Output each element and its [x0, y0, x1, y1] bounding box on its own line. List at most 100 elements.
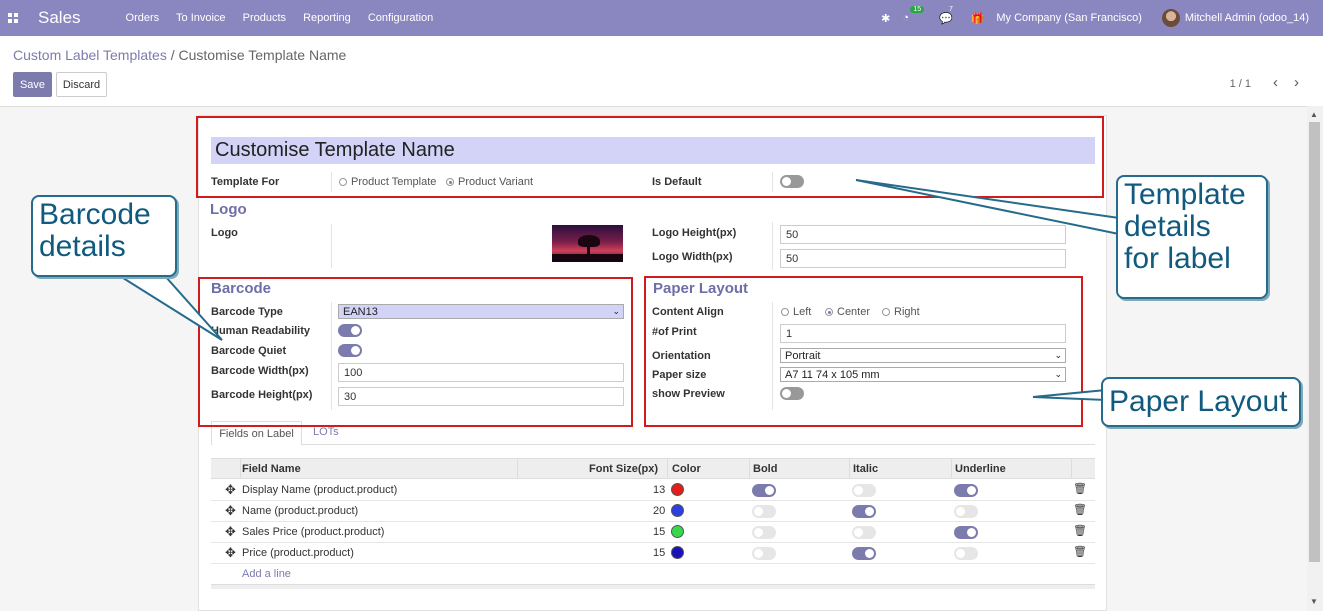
logo-height-input[interactable]: 50 [780, 225, 1066, 244]
underline-toggle[interactable] [954, 505, 978, 518]
app-name[interactable]: Sales [38, 8, 81, 28]
callout-line: details [1124, 210, 1211, 243]
chat-icon[interactable]: 💬 7 [939, 6, 953, 25]
drag-handle-icon[interactable]: ✥ [225, 482, 236, 498]
drag-handle-icon[interactable]: ✥ [225, 545, 236, 561]
color-swatch[interactable] [671, 546, 684, 559]
table-footer [211, 584, 1095, 589]
gift-icon[interactable]: 🎁 [971, 12, 985, 25]
divider [772, 222, 773, 270]
color-swatch[interactable] [671, 504, 684, 517]
scroll-down-icon[interactable]: ▼ [1310, 597, 1318, 606]
breadcrumb-separator: / [166, 47, 179, 63]
message-count: 7 [948, 5, 953, 13]
drag-handle-icon[interactable]: ✥ [225, 524, 236, 540]
bug-icon[interactable]: ✱ [881, 12, 890, 25]
scrollbar-thumb[interactable] [1309, 122, 1320, 562]
menu-reporting[interactable]: Reporting [303, 12, 351, 24]
col-bold[interactable]: Bold [753, 463, 777, 475]
callout-line: for label [1124, 242, 1231, 275]
drag-handle-icon[interactable]: ✥ [225, 503, 236, 519]
breadcrumb: Custom Label Templates / Customise Templ… [13, 47, 346, 63]
trash-icon[interactable]: 🗑 [1073, 524, 1087, 537]
field-name-cell: Name (product.product) [242, 505, 359, 517]
italic-toggle[interactable] [852, 547, 876, 560]
col-italic[interactable]: Italic [853, 463, 878, 475]
bold-toggle[interactable] [752, 526, 776, 539]
bold-toggle[interactable] [752, 505, 776, 518]
logo-width-label: Logo Width(px) [652, 251, 733, 263]
trash-icon[interactable]: 🗑 [1073, 482, 1087, 495]
save-button[interactable]: Save [13, 72, 52, 97]
menu-orders[interactable]: Orders [126, 12, 160, 24]
table-row[interactable]: ✥ Sales Price (product.product) 15 🗑 [211, 522, 1095, 543]
font-size-cell: 20 [653, 505, 666, 517]
logo-label: Logo [211, 227, 238, 239]
tab-underline [211, 444, 1095, 445]
company-switcher[interactable]: My Company (San Francisco) [996, 12, 1142, 24]
callout-line: Template [1124, 178, 1246, 211]
scroll-up-icon[interactable]: ▲ [1310, 110, 1318, 119]
font-size-cell: 15 [653, 526, 666, 538]
field-name-cell: Price (product.product) [242, 547, 354, 559]
avatar [1161, 9, 1180, 27]
divider [331, 224, 332, 268]
breadcrumb-parent[interactable]: Custom Label Templates [13, 47, 167, 63]
top-navbar: Sales Orders To Invoice Products Reporti… [0, 0, 1323, 36]
breadcrumb-current: Customise Template Name [178, 47, 347, 63]
pager-value: 1 / 1 [1229, 78, 1251, 90]
italic-toggle[interactable] [852, 505, 876, 518]
color-swatch[interactable] [671, 525, 684, 538]
callout-line: Barcode [39, 198, 151, 231]
pager-prev-icon[interactable]: ‹ [1273, 74, 1278, 91]
bold-toggle[interactable] [752, 547, 776, 560]
field-name-cell: Sales Price (product.product) [242, 526, 385, 538]
col-underline[interactable]: Underline [955, 463, 1006, 475]
activity-clock-icon[interactable]: ◔ 15 [902, 6, 925, 24]
col-color[interactable]: Color [672, 463, 701, 475]
logo-width-input[interactable]: 50 [780, 249, 1066, 268]
paper-layout-callout: Paper Layout [1101, 377, 1301, 427]
add-line-link[interactable]: Add a line [242, 568, 291, 580]
column-divider [667, 459, 668, 478]
tab-lots[interactable]: LOTs [313, 426, 339, 438]
activity-badge: 15 [910, 6, 925, 13]
apps-menu-icon[interactable] [0, 0, 26, 36]
table-header: Field Name Font Size(px) Color Bold Ital… [211, 458, 1095, 479]
underline-toggle[interactable] [954, 526, 978, 539]
barcode-details-callout: Barcode details [31, 195, 177, 277]
logo-height-label: Logo Height(px) [652, 227, 737, 239]
logo-image[interactable] [552, 225, 623, 262]
underline-toggle[interactable] [954, 484, 978, 497]
annotation-paper-box [644, 276, 1083, 427]
italic-toggle[interactable] [852, 484, 876, 497]
menu-to-invoice[interactable]: To Invoice [176, 12, 226, 24]
trash-icon[interactable]: 🗑 [1073, 503, 1087, 516]
main-menu: Orders To Invoice Products Reporting Con… [126, 12, 448, 24]
menu-configuration[interactable]: Configuration [368, 12, 433, 24]
bold-toggle[interactable] [752, 484, 776, 497]
col-field-name[interactable]: Field Name [242, 463, 301, 475]
trash-icon[interactable]: 🗑 [1073, 545, 1087, 558]
callout-line: Paper Layout [1109, 385, 1288, 418]
template-details-callout: Template details for label [1116, 175, 1268, 299]
italic-toggle[interactable] [852, 526, 876, 539]
menu-products[interactable]: Products [243, 12, 286, 24]
table-row[interactable]: ✥ Name (product.product) 20 🗑 [211, 501, 1095, 522]
font-size-cell: 13 [653, 484, 666, 496]
font-size-cell: 15 [653, 547, 666, 559]
col-font-size[interactable]: Font Size(px) [589, 463, 658, 475]
column-divider [240, 459, 241, 478]
table-row[interactable]: ✥ Display Name (product.product) 13 🗑 [211, 480, 1095, 501]
color-swatch[interactable] [671, 483, 684, 496]
table-row[interactable]: ✥ Price (product.product) 15 🗑 [211, 543, 1095, 564]
column-divider [749, 459, 750, 478]
annotation-template-box [196, 116, 1104, 198]
column-divider [951, 459, 952, 478]
underline-toggle[interactable] [954, 547, 978, 560]
pager-next-icon[interactable]: › [1294, 74, 1299, 91]
column-divider [1071, 459, 1072, 478]
user-menu[interactable]: Mitchell Admin (odoo_14) [1161, 9, 1309, 27]
column-divider [517, 459, 518, 478]
discard-button[interactable]: Discard [56, 72, 107, 97]
